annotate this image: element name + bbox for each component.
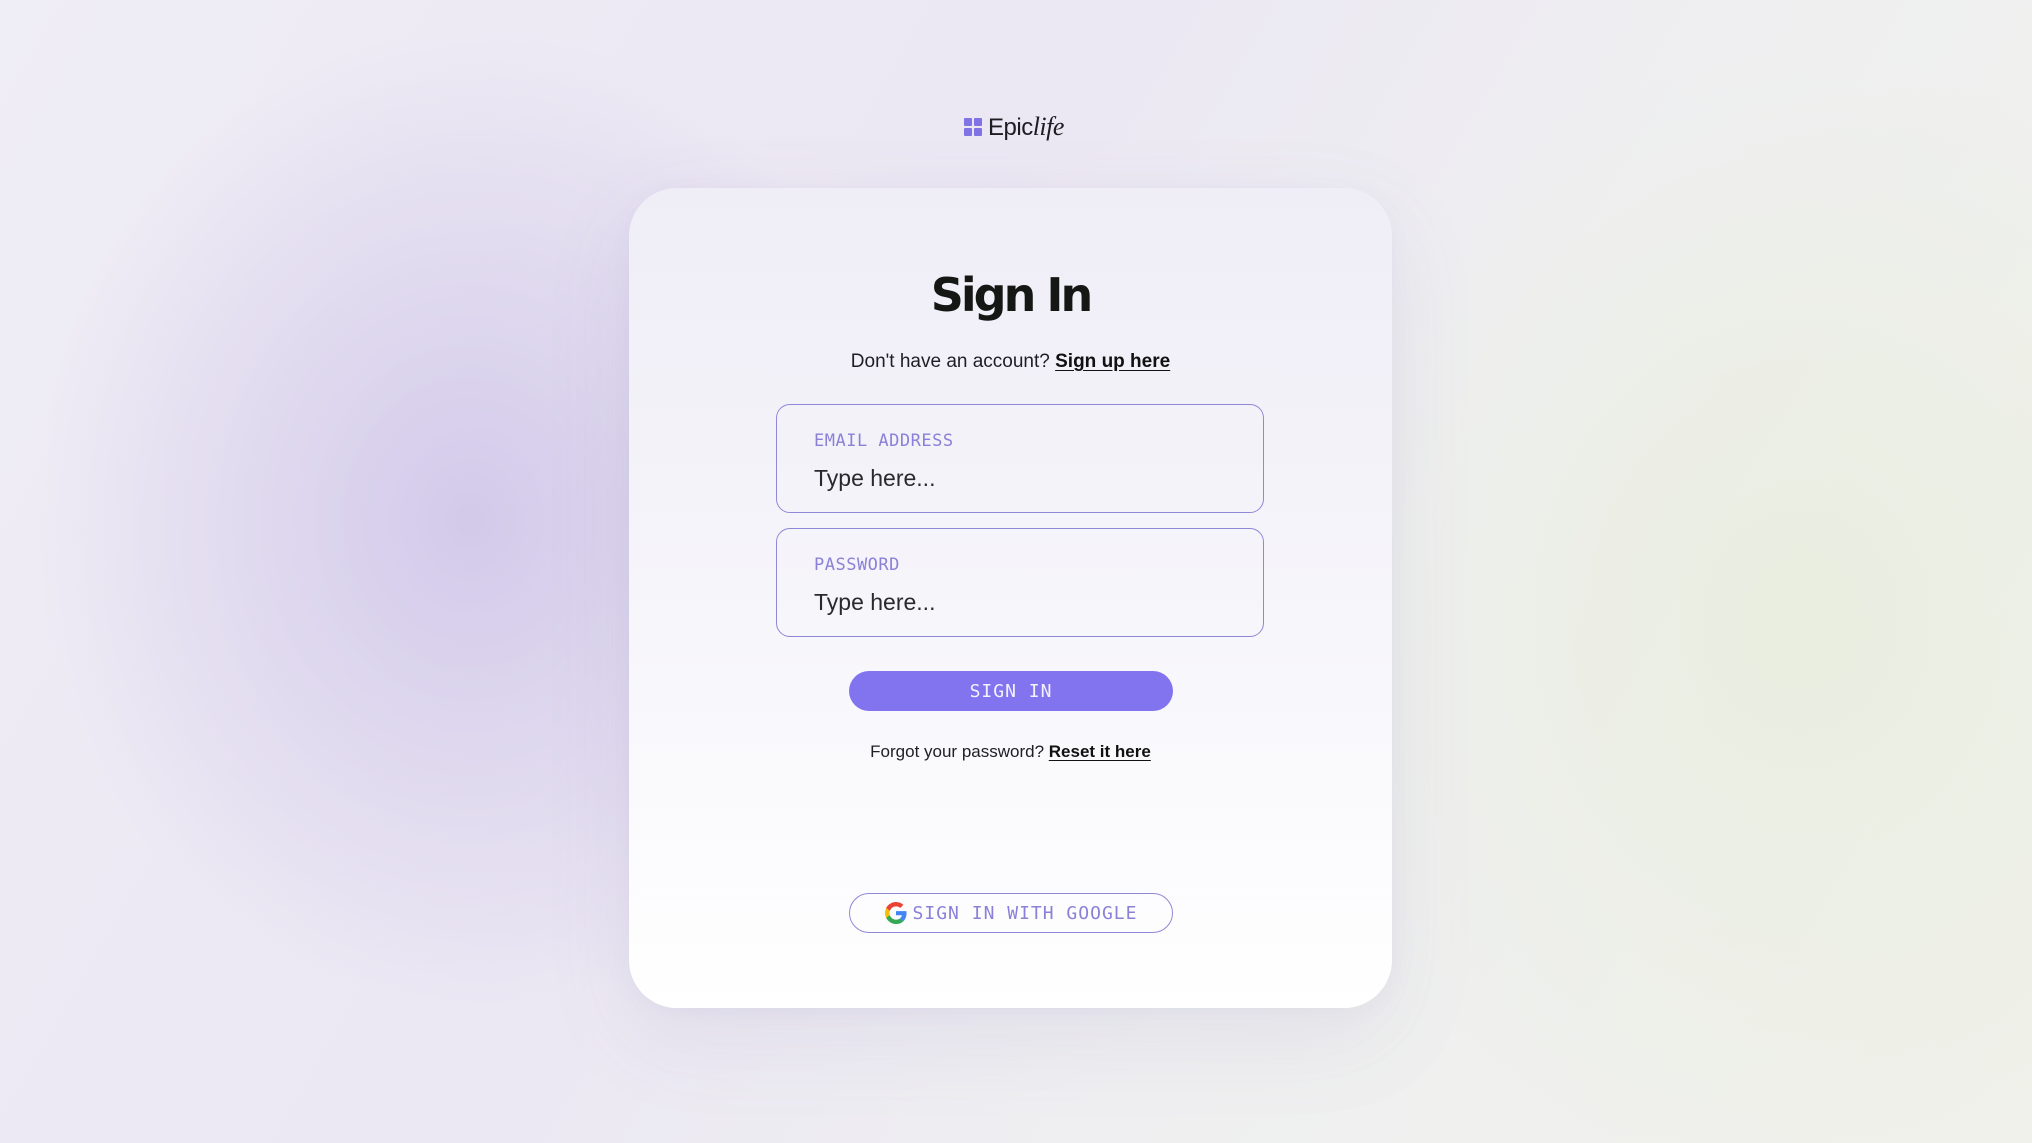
grid-squares-icon [964, 118, 982, 136]
password-field[interactable]: PASSWORD [776, 528, 1264, 637]
password-label: PASSWORD [814, 555, 900, 575]
reset-password-link[interactable]: Reset it here [1049, 742, 1151, 761]
email-field[interactable]: EMAIL ADDRESS [776, 404, 1264, 513]
page-title: Sign In [930, 268, 1093, 322]
sign-in-button[interactable]: SIGN IN [849, 671, 1173, 711]
brand-logo[interactable]: Epiclife [964, 112, 1064, 142]
google-sign-in-label: SIGN IN WITH GOOGLE [912, 902, 1138, 924]
email-input[interactable] [814, 461, 1224, 495]
signup-prompt-line: Don't have an account? Sign up here [629, 351, 1392, 373]
signin-card: Sign In Don't have an account? Sign up h… [629, 188, 1392, 1008]
password-input[interactable] [814, 585, 1224, 619]
forgot-password-line: Forgot your password? Reset it here [629, 742, 1392, 762]
brand-name-regular: Epic [988, 114, 1033, 141]
forgot-prompt-text: Forgot your password? [870, 742, 1045, 761]
signup-link[interactable]: Sign up here [1055, 351, 1170, 372]
brand-name: Epiclife [988, 112, 1064, 142]
google-sign-in-button[interactable]: SIGN IN WITH GOOGLE [849, 893, 1173, 933]
email-label: EMAIL ADDRESS [814, 431, 954, 451]
google-g-icon [884, 902, 907, 924]
signup-prompt-text: Don't have an account? [850, 351, 1050, 372]
brand-name-italic: life [1032, 112, 1065, 141]
